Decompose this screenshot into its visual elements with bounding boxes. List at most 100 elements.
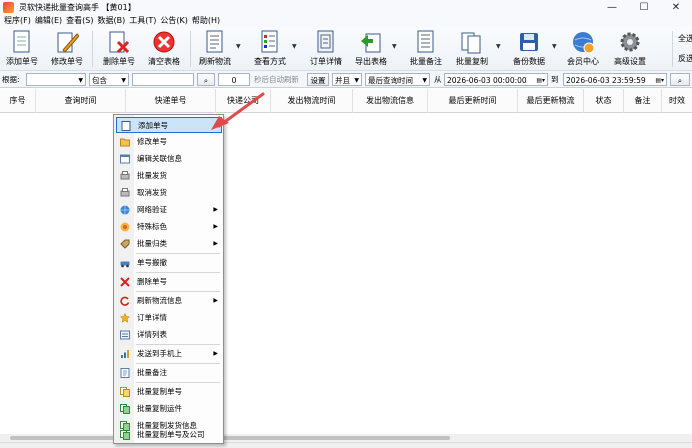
date-to-picker[interactable]: 2026-06-03 23:59:59 ▤▾ [563,73,667,86]
menu-program[interactable]: 程序(F) [2,14,33,27]
view-mode-dropdown-icon[interactable]: ▼ [292,43,297,50]
batch-copy-dropdown-icon[interactable]: ▼ [496,43,501,50]
column-header[interactable]: 备注 [624,89,662,113]
invert-select-button[interactable]: 反选 [678,53,692,64]
menu-divider [136,382,220,383]
batch-note-button[interactable]: 批量备注 [406,29,446,69]
menu-number-withdraw[interactable]: 单号搬撤 [116,255,222,271]
clear-table-button[interactable]: 清空表格 [144,29,184,69]
submenu-arrow-icon: ▶ [213,206,218,213]
menu-divider [136,272,220,273]
menu-edit[interactable]: 编辑(E) [33,14,64,27]
export-dropdown-icon[interactable]: ▼ [392,43,397,50]
tag-icon [120,239,130,249]
set-button[interactable]: 设置 [307,73,329,86]
time-field-select[interactable]: 最后查询时间 ▼ [365,73,430,86]
edit-number-button[interactable]: 修改单号 [47,29,87,69]
cancel-print-icon [120,188,130,197]
export-table-label: 导出表格 [355,57,387,66]
column-header[interactable]: 查询时间 [36,89,126,113]
column-header[interactable]: 时效 [662,89,692,113]
app-icon [3,1,14,13]
menu-cancel-ship[interactable]: 取消发货 [116,185,222,201]
column-header[interactable]: 发出物流信息 [353,89,428,113]
chevron-down-icon: ▼ [354,77,359,84]
menu-label: 网络验证 [137,205,167,214]
globe-user-icon [570,29,596,55]
menu-refresh-logistics[interactable]: 刷新物流信息 ▶ [116,293,222,309]
backup-dropdown-icon[interactable]: ▼ [552,43,557,50]
order-detail-button[interactable]: 订单详情 [306,29,346,69]
menu-batch-copy-number-company[interactable]: 批量复制单号及公司 [116,427,222,443]
menu-network-verify[interactable]: 网络验证 ▶ [116,202,222,218]
horizontal-scrollbar[interactable] [0,434,692,442]
clear-table-label: 清空表格 [148,57,180,66]
floppy-icon [516,29,542,55]
column-header[interactable]: 状态 [584,89,624,113]
menu-batch-classify[interactable]: 批量归类 ▶ [116,236,222,252]
batch-copy-label: 批量复制 [456,57,488,66]
menu-batch-note[interactable]: 批量备注 [116,365,222,381]
date-from-picker[interactable]: 2026-06-03 00:00:00 ▤▾ [444,73,548,86]
menu-label: 编辑关联信息 [137,154,182,163]
advanced-settings-button[interactable]: 高级设置 [610,29,650,69]
member-center-button[interactable]: 会员中心 [563,29,603,69]
copy-green-icon [120,404,130,414]
search-button[interactable]: ⌕ [197,73,215,86]
add-doc-icon [9,29,35,55]
copy-doc-icon [459,29,485,55]
column-header[interactable]: 最后更新时间 [428,89,518,113]
menu-order-detail[interactable]: 订单详情 [116,310,222,326]
column-header[interactable]: 发出物流时间 [271,89,353,113]
minimize-button[interactable]: — [596,0,628,14]
menu-batch-ship[interactable]: 批量发货 [116,168,222,184]
menu-view[interactable]: 查看(S) [64,14,95,27]
auto-refresh-seconds-input[interactable]: 0 [218,73,250,86]
batch-copy-button[interactable]: 批量复制 [452,29,492,69]
menu-label: 批量复制运件 [137,404,182,413]
menu-label: 刷新物流信息 [137,296,182,305]
menu-edit-number[interactable]: 修改单号 [116,134,222,150]
menu-batch-copy-number[interactable]: 批量复制单号 [116,384,222,400]
add-number-button[interactable]: 添加单号 [2,29,42,69]
menu-tools[interactable]: 工具(T) [127,14,158,27]
refresh-dropdown-icon[interactable]: ▼ [236,43,241,50]
column-header[interactable]: 序号 [0,89,36,113]
refresh-doc-icon [202,29,228,55]
menu-detail-list[interactable]: 详情列表 [116,327,222,343]
select-all-button[interactable]: 全选 [678,33,692,44]
date-search-button[interactable]: ⌕ [670,73,690,86]
column-header[interactable]: 快递单号 [126,89,216,113]
star-icon [120,313,130,323]
add-doc-icon [121,121,131,131]
menu-divider [136,291,220,292]
match-select[interactable]: 包含 ▼ [89,73,129,86]
menu-label: 特殊标色 [137,222,167,231]
menu-help[interactable]: 帮助(H) [190,14,222,27]
chart-icon [121,350,129,358]
scrollbar-thumb[interactable] [10,436,450,440]
logic-select[interactable]: 并且 ▼ [332,73,362,86]
menu-label: 发送到手机上 [137,349,182,358]
keyword-input[interactable] [132,73,194,86]
view-mode-button[interactable]: 查看方式 [250,29,290,69]
delete-number-button[interactable]: 删除单号 [99,29,139,69]
close-button[interactable]: ✕ [660,0,692,14]
column-header[interactable]: 最后更新物流 [518,89,584,113]
menu-data[interactable]: 数据(B) [95,14,127,27]
refresh-logistics-button[interactable]: 刷新物流 [195,29,235,69]
menu-batch-copy-shipping[interactable]: 批量复制运件 [116,401,222,417]
menu-label: 删除单号 [137,277,167,286]
menu-special-color[interactable]: 特殊标色 ▶ [116,219,222,235]
menu-notice[interactable]: 公告(K) [158,14,190,27]
basis-select[interactable]: ▼ [26,73,86,86]
table-body[interactable] [0,113,692,434]
menu-delete-number[interactable]: 删除单号 [116,274,222,290]
maximize-button[interactable]: ☐ [628,0,660,14]
menu-divider [136,344,220,345]
menu-send-to-phone[interactable]: 发送到手机上 ▶ [116,346,222,362]
export-table-button[interactable]: 导出表格 [351,29,391,69]
backup-data-button[interactable]: 备份数据 [509,29,549,69]
menu-edit-related[interactable]: 编辑关联信息 [116,151,222,167]
menu-label: 批量复制单号及公司 [137,430,205,439]
